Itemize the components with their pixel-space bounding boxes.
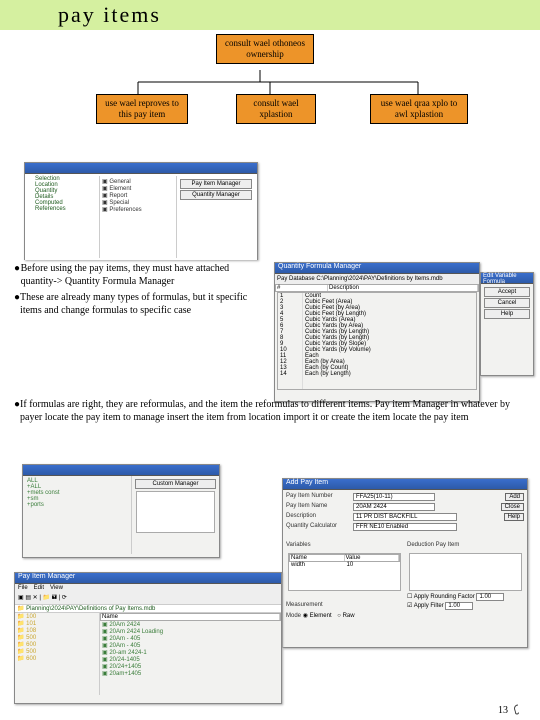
menu-bar[interactable]: FileEditView: [15, 584, 281, 592]
mode-raw-radio[interactable]: ○ Raw: [337, 613, 354, 619]
quantity-calc-field[interactable]: FFR NE10 Enabled: [353, 523, 457, 531]
ear-icon: [512, 704, 524, 716]
custom-manager-button[interactable]: Custom Manager: [135, 479, 216, 489]
org-mid: consult wael xplastion: [236, 94, 316, 124]
help-button-2[interactable]: Help: [504, 513, 524, 521]
folder-tree[interactable]: 📁 100 📁 101 📁 108 📁 500 📁 600 📁 500 📁 60…: [15, 613, 100, 695]
pay-item-manager-button[interactable]: Pay Item Manager: [180, 179, 252, 189]
bullet-list-lower: ●If formulas are right, they are reformu…: [14, 398, 524, 424]
screenshot-pay-item-manager: Pay Item Manager FileEditView ▣ ▤ ✕ | 📁 …: [14, 572, 282, 704]
tree-d: ALL +ALL +mets const +sm +ports: [23, 476, 132, 554]
screenshot-edit-variable: Edit Variable Formula Accept Cancel Help: [480, 272, 534, 376]
org-chart: consult wael othoneos ownership use wael…: [0, 34, 540, 152]
org-top: consult wael othoneos ownership: [216, 34, 314, 64]
middle-pane: ▣ General▣ Element▣ Report▣ Special▣ Pre…: [100, 176, 177, 258]
mode-element-radio[interactable]: ◉ Element: [303, 613, 332, 619]
quantity-manager-button[interactable]: Quantity Manager: [180, 190, 252, 200]
screenshot-add-pay-item: Add Pay Item Pay Item NumberFFA25(10-11)…: [282, 478, 528, 648]
apply-rounding-checkbox[interactable]: ☐ Apply Rounding Factor 1.00: [407, 593, 524, 601]
tree-pane: Selection Location Quantity Details Comp…: [27, 176, 100, 258]
button-pane: Pay Item Manager Quantity Manager: [177, 176, 255, 258]
db-path: Pay Database C:\Planning\2024\PAY\Defini…: [275, 274, 479, 284]
screenshot-definition-online: Selection Location Quantity Details Comp…: [24, 162, 258, 260]
org-right: use wael qraa xplo to awl xplastion: [370, 94, 468, 124]
desc-col: CountCubic Feet (Area)Cubic Feet (by Are…: [303, 293, 476, 389]
screenshot-quantity-formula-manager: Quantity Formula Manager Pay Database C:…: [274, 262, 480, 402]
id-col: 1234567891011121314: [278, 293, 303, 389]
item-list[interactable]: Name ▣ 20Am 2424 ▣ 20Am 2424 Loading ▣ 2…: [100, 613, 281, 695]
apply-filter-checkbox[interactable]: ☑ Apply Filter 1.00: [407, 602, 524, 610]
pay-item-name-field[interactable]: 20AM 2424: [353, 503, 435, 511]
cancel-button[interactable]: Cancel: [484, 298, 530, 308]
pay-item-number-field[interactable]: FFA25(10-11): [353, 493, 435, 501]
screenshot-custom-editor: ALL +ALL +mets const +sm +ports Custom M…: [22, 464, 220, 558]
page-title: pay items: [0, 0, 540, 30]
description-field[interactable]: 11 PR DIST BACKFILL: [353, 513, 457, 521]
org-left: use wael reproves to this pay item: [96, 94, 188, 124]
help-button[interactable]: Help: [484, 309, 530, 319]
page-number: 13: [498, 704, 524, 716]
bullet-list-upper: ●Before using the pay items, they must h…: [14, 262, 262, 320]
add-button[interactable]: Add: [505, 493, 524, 501]
accept-button[interactable]: Accept: [484, 287, 530, 297]
close-button[interactable]: Close: [501, 503, 524, 511]
